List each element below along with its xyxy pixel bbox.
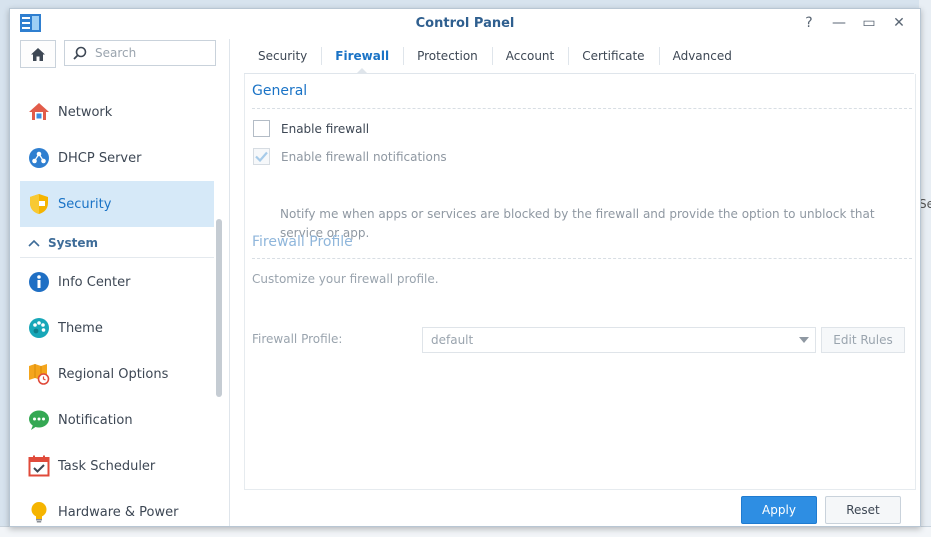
main-panel: Security Firewall Protection Account Cer…	[244, 39, 916, 526]
map-clock-icon	[29, 364, 50, 385]
tab-bar: Security Firewall Protection Account Cer…	[244, 39, 914, 74]
footer-bar: Apply Reset	[244, 490, 914, 526]
dropdown-arrow-icon	[799, 337, 809, 343]
checkmark-icon	[255, 151, 268, 162]
sidebar-item-label: Info Center	[58, 274, 131, 290]
help-button[interactable]: ?	[800, 14, 818, 32]
sidebar-item-label: Task Scheduler	[58, 458, 156, 474]
firewall-settings-content: General Enable firewall Enable firewall …	[244, 74, 916, 490]
sidebar-item-label: Theme	[58, 320, 103, 336]
maximize-button[interactable]: ▭	[860, 14, 878, 32]
sidebar-item-info-center[interactable]: Info Center	[20, 259, 214, 305]
sidebar-item-label: Hardware & Power	[58, 504, 179, 520]
chat-bubble-icon	[29, 410, 49, 430]
sidebar-section-system[interactable]: System	[20, 229, 214, 258]
firewall-profile-select: default	[422, 327, 816, 353]
apply-button[interactable]: Apply	[741, 496, 817, 524]
enable-notifications-label: Enable firewall notifications	[281, 149, 447, 164]
sidebar-scrollbar[interactable]	[216, 219, 222, 397]
sidebar-item-security[interactable]: Security	[20, 181, 214, 227]
close-button[interactable]: ✕	[890, 14, 908, 32]
section-divider	[252, 258, 912, 259]
sidebar-item-label: DHCP Server	[58, 150, 142, 166]
firewall-profile-label: Firewall Profile:	[252, 332, 343, 346]
info-icon	[29, 272, 49, 292]
enable-firewall-label: Enable firewall	[281, 121, 370, 136]
sidebar-item-task-scheduler[interactable]: Task Scheduler	[20, 443, 214, 489]
tab-advanced[interactable]: Advanced	[658, 39, 746, 73]
notify-description: Notify me when apps or services are bloc…	[280, 207, 875, 240]
title-bar[interactable]: Control Panel ? — ▭ ✕	[10, 9, 920, 39]
tab-firewall[interactable]: Firewall	[321, 39, 403, 74]
lightbulb-icon	[31, 502, 47, 523]
dhcp-server-icon	[29, 148, 49, 168]
tab-protection[interactable]: Protection	[403, 39, 492, 73]
sidebar-item-label: Regional Options	[58, 366, 169, 382]
home-button[interactable]	[20, 40, 56, 68]
desktop-bottom-strip	[0, 526, 931, 537]
sidebar-item-label: Notification	[58, 412, 133, 428]
edit-rules-button: Edit Rules	[821, 327, 905, 353]
tab-account[interactable]: Account	[491, 39, 568, 73]
sidebar-item-label: Security	[58, 196, 112, 212]
tab-security[interactable]: Security	[244, 39, 321, 73]
search-input[interactable]	[93, 45, 207, 61]
minimize-button[interactable]: —	[830, 14, 848, 32]
shield-icon	[30, 194, 48, 214]
sidebar-item-hardware-power[interactable]: Hardware & Power	[20, 489, 214, 526]
firewall-profile-value: default	[431, 333, 474, 347]
section-divider	[252, 108, 912, 109]
sidebar-item-dhcp-server[interactable]: DHCP Server	[20, 135, 214, 181]
section-title-firewall-profile: Firewall Profile	[252, 234, 353, 250]
sidebar: Network DHCP Server	[10, 39, 230, 526]
enable-firewall-checkbox[interactable]	[253, 120, 270, 137]
enable-notifications-checkbox	[253, 148, 270, 165]
home-icon	[31, 47, 45, 61]
palette-icon	[29, 318, 49, 338]
search-icon	[73, 46, 87, 60]
network-icon	[29, 103, 49, 120]
sidebar-item-network[interactable]: Network	[20, 89, 214, 135]
chevron-up-icon	[28, 239, 40, 247]
enable-notifications-row: Enable firewall notifications	[253, 148, 447, 165]
search-box[interactable]	[64, 40, 216, 66]
sidebar-nav: Network DHCP Server Security System Info…	[20, 73, 214, 526]
reset-button[interactable]: Reset	[825, 496, 901, 524]
enable-firewall-row[interactable]: Enable firewall	[253, 120, 369, 137]
profile-description: Customize your firewall profile.	[252, 272, 439, 286]
sidebar-item-theme[interactable]: Theme	[20, 305, 214, 351]
sidebar-item-regional-options[interactable]: Regional Options	[20, 351, 214, 397]
sidebar-item-notification[interactable]: Notification	[20, 397, 214, 443]
tab-certificate[interactable]: Certificate	[568, 39, 658, 73]
sidebar-section-label: System	[48, 236, 98, 250]
section-title-general: General	[252, 83, 308, 99]
sidebar-item-label: Network	[58, 104, 113, 120]
calendar-check-icon	[28, 455, 50, 477]
window-title: Control Panel	[415, 16, 515, 31]
control-panel-window: Control Panel ? — ▭ ✕ Search Network DHC…	[9, 8, 921, 527]
